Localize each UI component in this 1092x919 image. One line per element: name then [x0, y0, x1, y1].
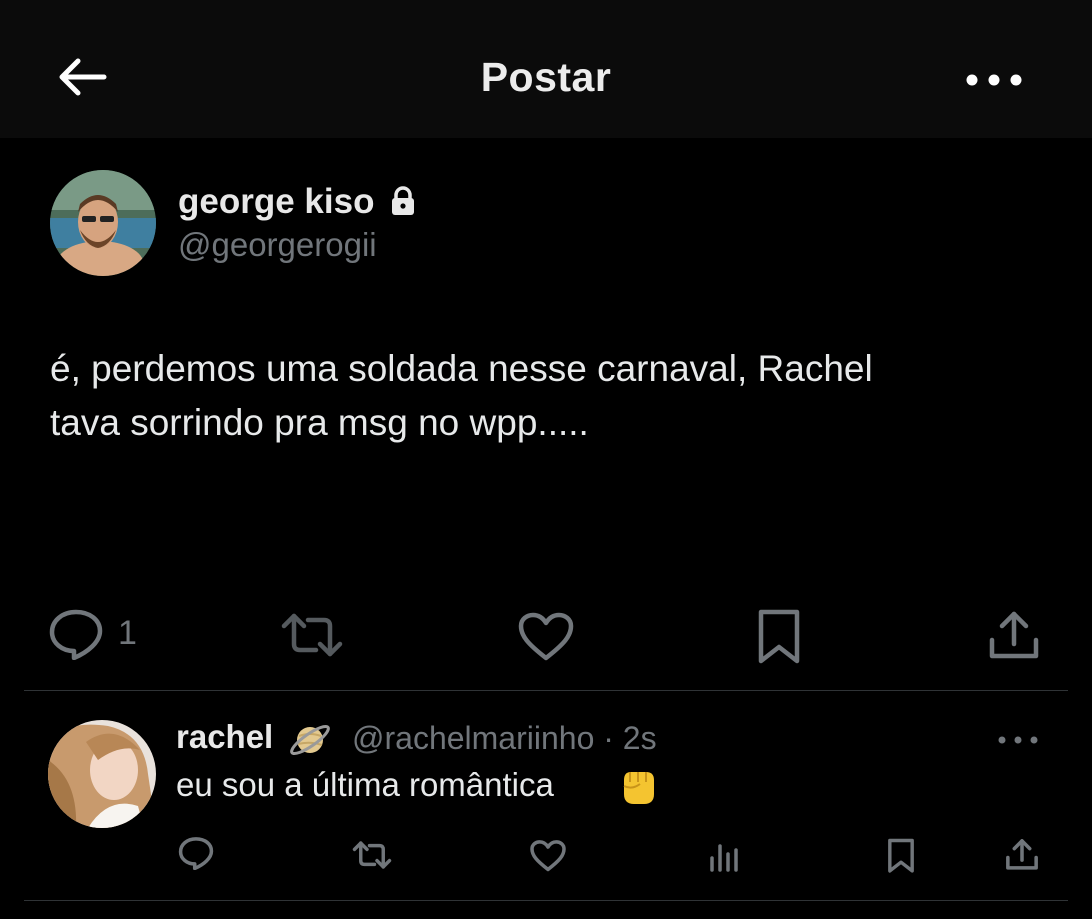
bookmark-icon — [888, 838, 914, 873]
author-name[interactable]: george kiso — [178, 182, 374, 222]
reply-author-handle[interactable]: @rachelmariinho · 2s — [352, 720, 657, 757]
retweet-icon — [281, 613, 343, 657]
like-icon — [530, 840, 566, 872]
reply-author-name[interactable]: rachel — [176, 718, 273, 756]
raised-fist-icon — [623, 772, 654, 804]
reply-author-avatar[interactable] — [48, 720, 156, 828]
reply-bookmark-button[interactable] — [886, 838, 916, 874]
reply-handle-text: @rachelmariinho — [352, 720, 595, 756]
author-avatar[interactable] — [50, 170, 156, 276]
reply-text: eu sou a última romântica — [176, 766, 554, 803]
share-icon — [1006, 839, 1038, 870]
reply-timestamp: · 2s — [603, 720, 657, 756]
bookmark-icon — [758, 609, 800, 664]
more-horizontal-icon — [998, 736, 1038, 744]
ringed-planet-icon — [290, 724, 330, 756]
more-options-button[interactable] — [962, 60, 1026, 100]
lock-icon — [392, 186, 414, 215]
reply-count: 1 — [118, 614, 137, 652]
views-icon — [710, 844, 738, 872]
reply-like-button[interactable] — [530, 840, 566, 872]
more-horizontal-icon — [966, 74, 1022, 86]
reply-more-button[interactable] — [996, 728, 1040, 752]
retweet-icon — [352, 841, 392, 869]
author-handle[interactable]: @georgerogii — [178, 226, 377, 264]
like-icon — [518, 612, 574, 661]
reply-icon — [178, 837, 214, 871]
share-button[interactable] — [986, 610, 1042, 662]
reply-retweet-button[interactable] — [352, 840, 392, 870]
share-icon — [989, 611, 1039, 659]
page-title: Postar — [480, 54, 612, 100]
retweet-button[interactable] — [280, 612, 344, 658]
bookmark-button[interactable] — [756, 608, 802, 666]
reply-button[interactable] — [48, 608, 104, 661]
reply-share-button[interactable] — [1004, 838, 1040, 872]
reply-views-button[interactable] — [708, 840, 740, 872]
reply-icon — [49, 609, 103, 661]
post-text: é, perdemos uma soldada nesse carnaval, … — [50, 348, 873, 443]
divider — [24, 900, 1068, 901]
divider — [24, 690, 1068, 691]
reply-reply-button[interactable] — [178, 836, 214, 871]
like-button[interactable] — [518, 612, 574, 662]
